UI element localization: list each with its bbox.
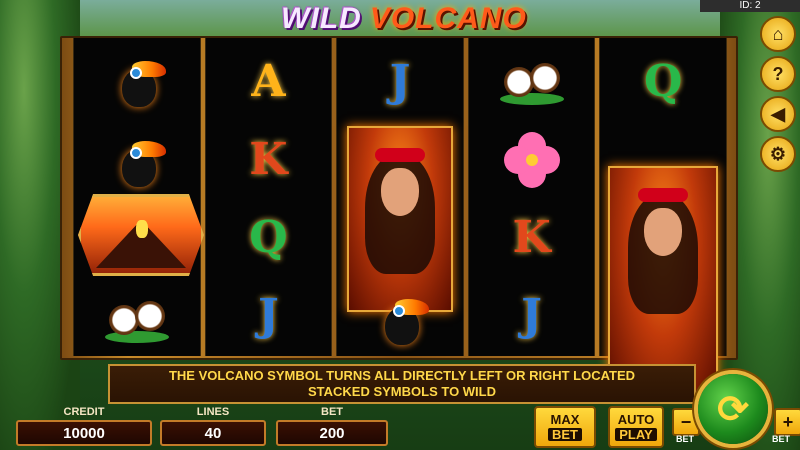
symbol-fire-dancer [608,166,718,396]
auto-play-top: AUTO [617,412,655,427]
bet-value[interactable]: 200 [276,420,388,446]
hibiscus-icon [503,131,560,188]
symbol-letter-j: J [206,276,332,355]
auto-play-button[interactable]: AUTO PLAY [608,406,664,448]
lines-value[interactable]: 40 [160,420,266,446]
feature-info-banner: THE VOLCANO SYMBOL TURNS ALL DIRECTLY LE… [108,364,696,404]
reel-3: J [336,38,464,356]
bet-decrease-button[interactable]: − [672,408,700,436]
logo-volcano-text: VOLCANO [369,2,527,35]
bet-increase-label: BET [772,434,790,444]
symbol-coconut [74,278,200,357]
credit-label: CREDIT [63,406,105,418]
help-button[interactable]: ? [760,56,796,92]
symbol-toucan [74,120,200,199]
auto-play-bottom: PLAY [615,428,657,441]
symbol-toucan [74,40,200,119]
refresh-arrows-icon: ⟳ [717,388,749,431]
symbol-letter-j: J [469,276,595,355]
bet-decrease-label: BET [676,434,694,444]
sound-icon: ◀ [771,103,785,124]
home-button[interactable]: ⌂ [760,16,796,52]
symbol-letter-q: Q [600,42,726,121]
max-bet-button[interactable]: MAX BET [534,406,596,448]
dancer-flower-crown [374,148,425,162]
help-icon: ? [772,63,784,84]
dancer-flower-crown [638,188,689,202]
spin-button[interactable]: ⟳ [698,374,768,444]
toucan-icon [371,289,429,347]
reel-5: Q [599,38,727,396]
symbol-hibiscus [469,120,595,199]
gear-icon: ⚙ [769,143,787,164]
symbol-letter-q: Q [206,198,332,277]
letter-j-icon: J [521,290,542,341]
coconut-icon [499,55,564,105]
reel-4: K J [467,38,596,356]
dancer-face [380,168,419,216]
symbol-letter-k: K [469,198,595,277]
symbol-coconut [469,40,595,119]
max-bet-bottom: BET [548,428,582,441]
letter-a-icon: A [251,56,286,107]
letter-k-icon: K [512,212,551,263]
lava-icon [136,220,148,238]
symbol-volcano-wild [78,194,204,276]
letter-j-icon: J [389,56,411,107]
bet-increase-button[interactable]: + [774,408,800,436]
toucan-icon [108,131,166,189]
session-id-badge: ID: 2 [700,0,800,12]
credit-value: 10000 [16,420,152,446]
letter-q-icon: Q [249,212,288,263]
sound-button[interactable]: ◀ [760,96,796,132]
letter-k-icon: K [249,134,288,185]
info-line-2: STACKED SYMBOLS TO WILD [307,384,497,399]
letter-q-icon: Q [644,56,683,107]
symbol-letter-k: K [206,120,332,199]
letter-j-icon: J [257,290,279,341]
symbol-letter-j: J [337,42,463,121]
logo-wild-text: WILD [281,2,362,35]
reel-2: A K Q J [204,38,333,356]
home-icon: ⌂ [772,23,784,44]
lines-label: LINES [196,406,230,418]
game-logo: WILD VOLCANO [268,0,540,38]
coconut-icon [104,293,169,343]
toucan-icon [108,51,166,109]
symbol-toucan [337,278,463,357]
info-line-1: THE VOLCANO SYMBOL TURNS ALL DIRECTLY LE… [168,368,636,383]
max-bet-top: MAX [550,412,580,427]
settings-button[interactable]: ⚙ [760,136,796,172]
bet-label: BET [321,406,343,418]
symbol-letter-a: A [206,42,332,121]
dancer-face [644,208,683,256]
